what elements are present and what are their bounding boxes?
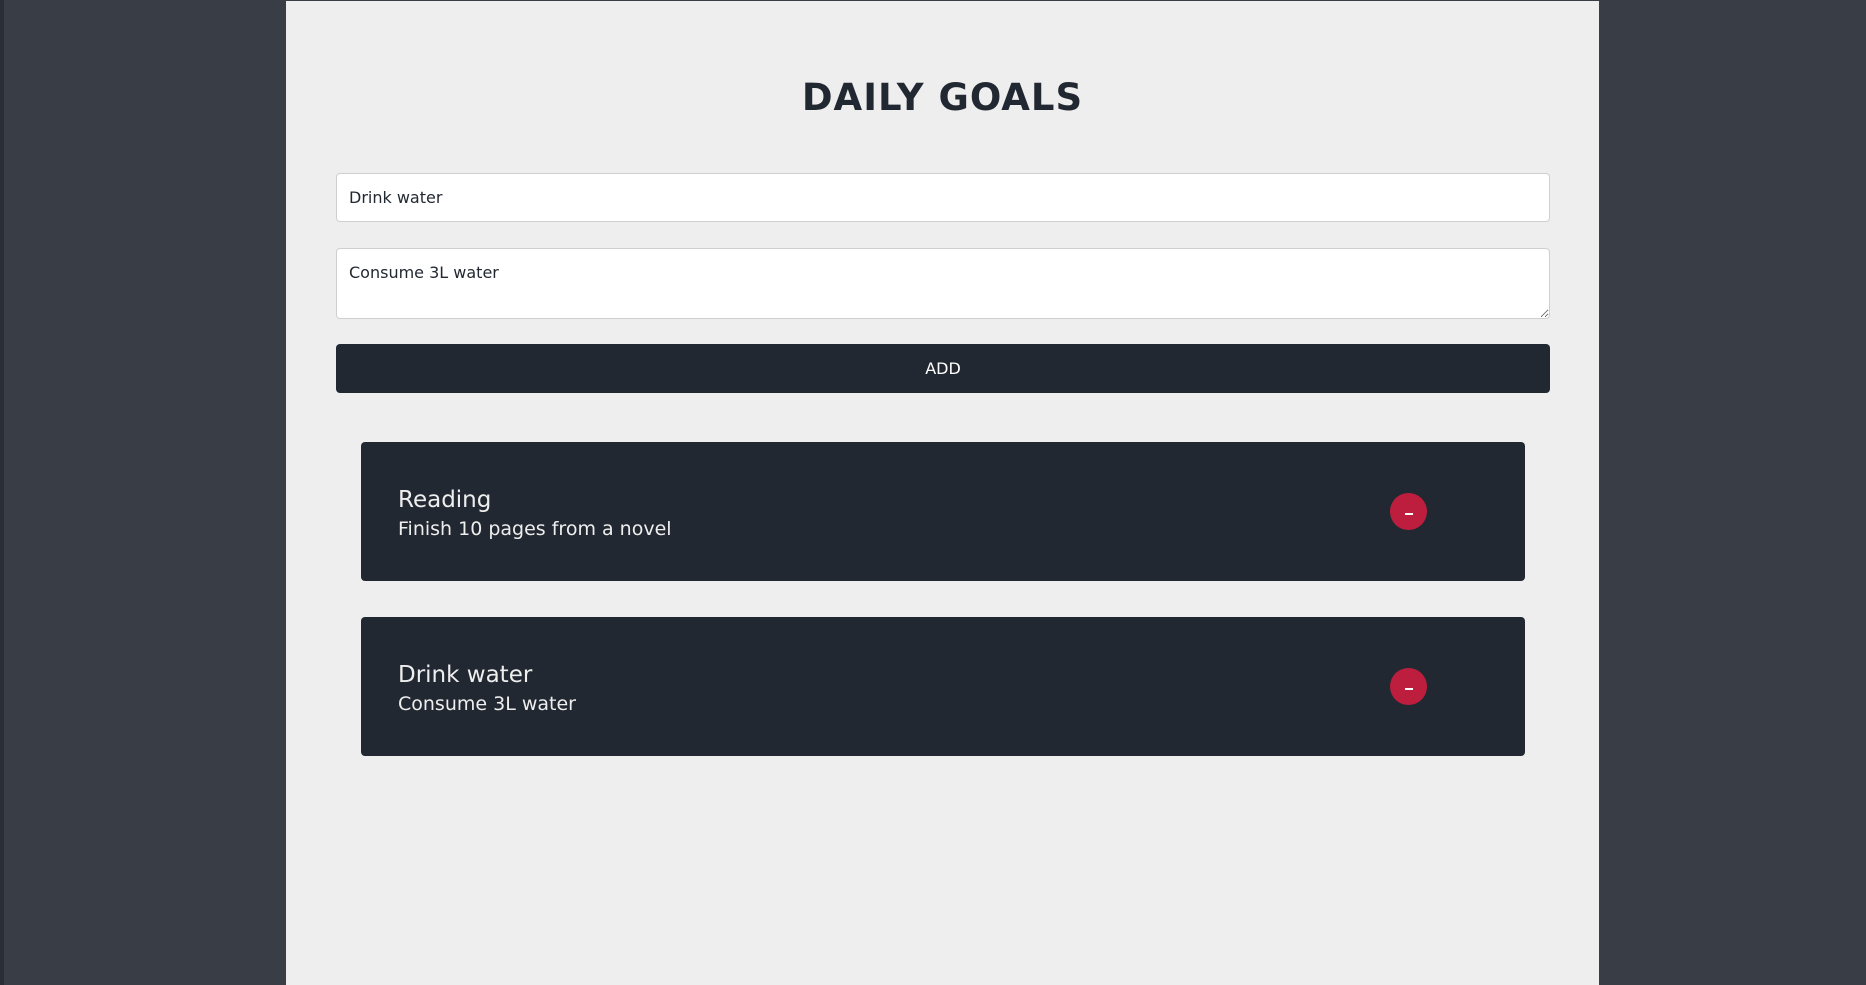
goal-text: Reading Finish 10 pages from a novel: [398, 485, 672, 543]
goal-card: Reading Finish 10 pages from a novel: [361, 442, 1525, 581]
goals-panel: DAILY GOALS Consume 3L water ADD Reading…: [286, 1, 1599, 985]
goal-title: Drink water: [398, 662, 533, 688]
minus-icon: [1405, 513, 1413, 515]
page-title: DAILY GOALS: [801, 76, 1084, 119]
minus-icon: [1405, 688, 1413, 690]
delete-goal-button[interactable]: [1390, 668, 1427, 705]
goal-description-input[interactable]: Consume 3L water: [336, 248, 1550, 319]
goal-title: Reading: [398, 487, 492, 513]
add-goal-button[interactable]: ADD: [336, 344, 1550, 393]
goal-text: Drink water Consume 3L water: [398, 660, 576, 718]
goal-title-input[interactable]: [336, 173, 1550, 222]
goal-card: Drink water Consume 3L water: [361, 617, 1525, 756]
delete-goal-button[interactable]: [1390, 493, 1427, 530]
goal-description: Consume 3L water: [398, 693, 576, 715]
window-edge: [0, 0, 4, 985]
goal-description: Finish 10 pages from a novel: [398, 518, 672, 540]
